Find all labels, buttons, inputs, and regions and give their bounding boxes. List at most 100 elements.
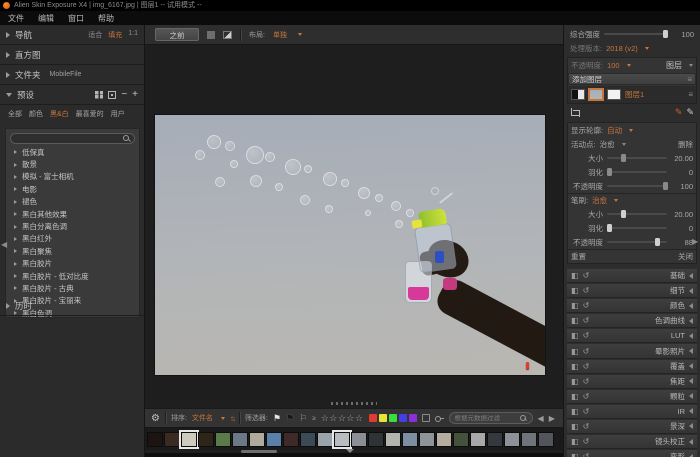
blank-layer-thumbnail[interactable] xyxy=(607,89,621,100)
menu-item[interactable]: 编辑 xyxy=(38,13,54,24)
compare-icon[interactable]: ◧ xyxy=(571,452,579,457)
gear-icon[interactable]: ⚙ xyxy=(151,413,160,424)
show-outline-value[interactable]: 自动 xyxy=(607,125,622,136)
bw-layer-thumbnail[interactable] xyxy=(571,89,585,100)
filmstrip-thumbnail[interactable] xyxy=(215,432,231,447)
panel-drag-handle[interactable] xyxy=(331,402,377,405)
collapse-right-panel-icon[interactable]: ▶ xyxy=(692,237,698,246)
color-label-swatch[interactable] xyxy=(409,414,417,422)
reset-icon[interactable]: ↺ xyxy=(583,437,590,446)
slider[interactable] xyxy=(607,213,667,215)
filmstrip-thumbnail[interactable] xyxy=(249,432,265,447)
flag-pick-icon[interactable]: ⚑ xyxy=(273,414,281,423)
collapse-left-panel-icon[interactable]: ◀ xyxy=(1,240,7,249)
reset-icon[interactable]: ↺ xyxy=(583,452,590,457)
brush-close-button[interactable]: 关闭 xyxy=(678,251,693,262)
filmstrip-thumbnail[interactable] xyxy=(402,432,418,447)
menu-item[interactable]: 文件 xyxy=(8,13,24,24)
filmstrip-thumbnail[interactable] xyxy=(368,432,384,447)
preset-category[interactable]: 模拟 - 富士相机 xyxy=(10,171,135,183)
filmstrip-thumbnail[interactable] xyxy=(334,432,350,447)
filmstrip-thumbnail[interactable] xyxy=(487,432,503,447)
adjustment-panel-row[interactable]: ◧ ↺ 色调曲线 xyxy=(567,314,697,328)
filmstrip-thumbnail[interactable] xyxy=(317,432,333,447)
slider[interactable] xyxy=(607,157,667,159)
filmstrip-thumbnail[interactable] xyxy=(181,432,197,447)
brush-value[interactable]: 治愈 xyxy=(592,195,607,206)
preset-search-input[interactable] xyxy=(15,134,123,143)
color-label-swatch[interactable] xyxy=(389,414,397,422)
filmstrip-thumbnail[interactable] xyxy=(283,432,299,447)
presets-header[interactable]: 预设 − + xyxy=(0,85,144,105)
adjustment-panel-row[interactable]: ◧ ↺ LUT xyxy=(567,329,697,343)
brush-reset-button[interactable]: 重置 xyxy=(571,251,586,262)
compare-icon[interactable]: ◧ xyxy=(571,316,579,325)
compare-icon[interactable]: ◧ xyxy=(571,301,579,310)
flag-unflagged-icon[interactable]: ⚐ xyxy=(299,414,307,423)
zoom-option[interactable]: 适合 xyxy=(88,30,102,40)
zoom-option[interactable]: 填充 xyxy=(108,30,122,40)
layer-menu-icon[interactable]: ≡ xyxy=(687,75,692,84)
add-layer-button[interactable]: 添加图层 ≡ xyxy=(568,73,696,85)
color-label-none[interactable] xyxy=(422,414,430,422)
preset-tab[interactable]: 黑&白 xyxy=(50,109,69,119)
folders-header[interactable]: 文件夹 MobileFile xyxy=(0,65,144,85)
preset-category[interactable]: 黑白红外 xyxy=(10,233,135,245)
sort-direction-icon[interactable]: ↑↓ xyxy=(230,414,234,423)
filmstrip-thumbnail[interactable] xyxy=(147,432,163,447)
adjustment-panel-row[interactable]: ◧ ↺ 焦距 xyxy=(567,375,697,389)
filmstrip-thumbnail[interactable] xyxy=(521,432,537,447)
slider[interactable] xyxy=(607,241,667,243)
zoom-option[interactable]: 1:1 xyxy=(128,30,138,40)
reset-icon[interactable]: ↺ xyxy=(583,286,590,295)
eraser-tool-icon[interactable]: ✎ xyxy=(675,107,683,118)
preset-category[interactable]: 黑白分离色调 xyxy=(10,220,135,232)
star-rating-filter[interactable]: ☆☆☆☆☆ xyxy=(321,413,364,424)
reset-icon[interactable]: ↺ xyxy=(583,422,590,431)
filmstrip-thumbnail[interactable] xyxy=(164,432,180,447)
preset-tab[interactable]: 用户 xyxy=(111,109,125,119)
reset-icon[interactable]: ↺ xyxy=(583,331,590,340)
reset-icon[interactable]: ↺ xyxy=(583,316,590,325)
filmstrip-thumbnail[interactable] xyxy=(470,432,486,447)
preset-tab[interactable]: 颜色 xyxy=(29,109,43,119)
preset-category[interactable]: 黑白胶片 xyxy=(10,258,135,270)
adjustment-panel-row[interactable]: ◧ ↺ 基础 xyxy=(567,269,697,283)
navigator-header[interactable]: 导航 适合填充1:1 xyxy=(0,25,144,45)
filmstrip-thumbnail[interactable] xyxy=(436,432,452,447)
slider[interactable] xyxy=(607,185,667,187)
filmstrip-thumbnail[interactable] xyxy=(453,432,469,447)
compare-icon[interactable]: ◧ xyxy=(571,331,579,340)
layer-menu-icon[interactable]: ≡ xyxy=(688,90,693,99)
preset-category[interactable]: 低保真 xyxy=(10,146,135,158)
compare-icon[interactable]: ◧ xyxy=(571,392,579,401)
prev-photo-icon[interactable]: ◀ xyxy=(538,414,544,423)
layer-opacity-value[interactable]: 100 xyxy=(607,61,620,70)
layer-name[interactable]: 图层1 xyxy=(625,89,644,100)
overall-intensity-slider[interactable] xyxy=(604,33,668,35)
layout-value[interactable]: 单独 xyxy=(273,30,287,40)
color-label-swatch[interactable] xyxy=(399,414,407,422)
filmstrip-thumbnail[interactable] xyxy=(351,432,367,447)
next-photo-icon[interactable]: ▶ xyxy=(549,414,555,423)
filmstrip-thumbnail[interactable] xyxy=(504,432,520,447)
brush-tool-icon[interactable]: ✎ xyxy=(686,107,694,118)
preset-tab[interactable]: 全部 xyxy=(8,109,22,119)
reset-icon[interactable]: ↺ xyxy=(583,392,590,401)
preset-category[interactable]: 黑白胶片 - 低对比度 xyxy=(10,270,135,282)
photo-layer-thumbnail[interactable] xyxy=(589,89,603,100)
reset-icon[interactable]: ↺ xyxy=(583,347,590,356)
preset-category[interactable]: 黑白聚焦 xyxy=(10,245,135,257)
preset-category[interactable]: 电影 xyxy=(10,183,135,195)
reset-icon[interactable]: ↺ xyxy=(583,362,590,371)
flag-reject-icon[interactable]: ⚑ xyxy=(286,414,294,423)
color-label-swatch[interactable] xyxy=(369,414,377,422)
filmstrip-thumbnail[interactable] xyxy=(419,432,435,447)
split-view-icon[interactable] xyxy=(223,31,232,39)
preset-category[interactable]: 黑白其他效果 xyxy=(10,208,135,220)
keyword-icon[interactable] xyxy=(435,414,444,423)
delete-spot-button[interactable]: 删除 xyxy=(678,139,693,150)
filmstrip-thumbnail[interactable] xyxy=(232,432,248,447)
adjustment-panel-row[interactable]: ◧ ↺ 镜头校正 xyxy=(567,435,697,449)
compare-icon[interactable]: ◧ xyxy=(571,422,579,431)
